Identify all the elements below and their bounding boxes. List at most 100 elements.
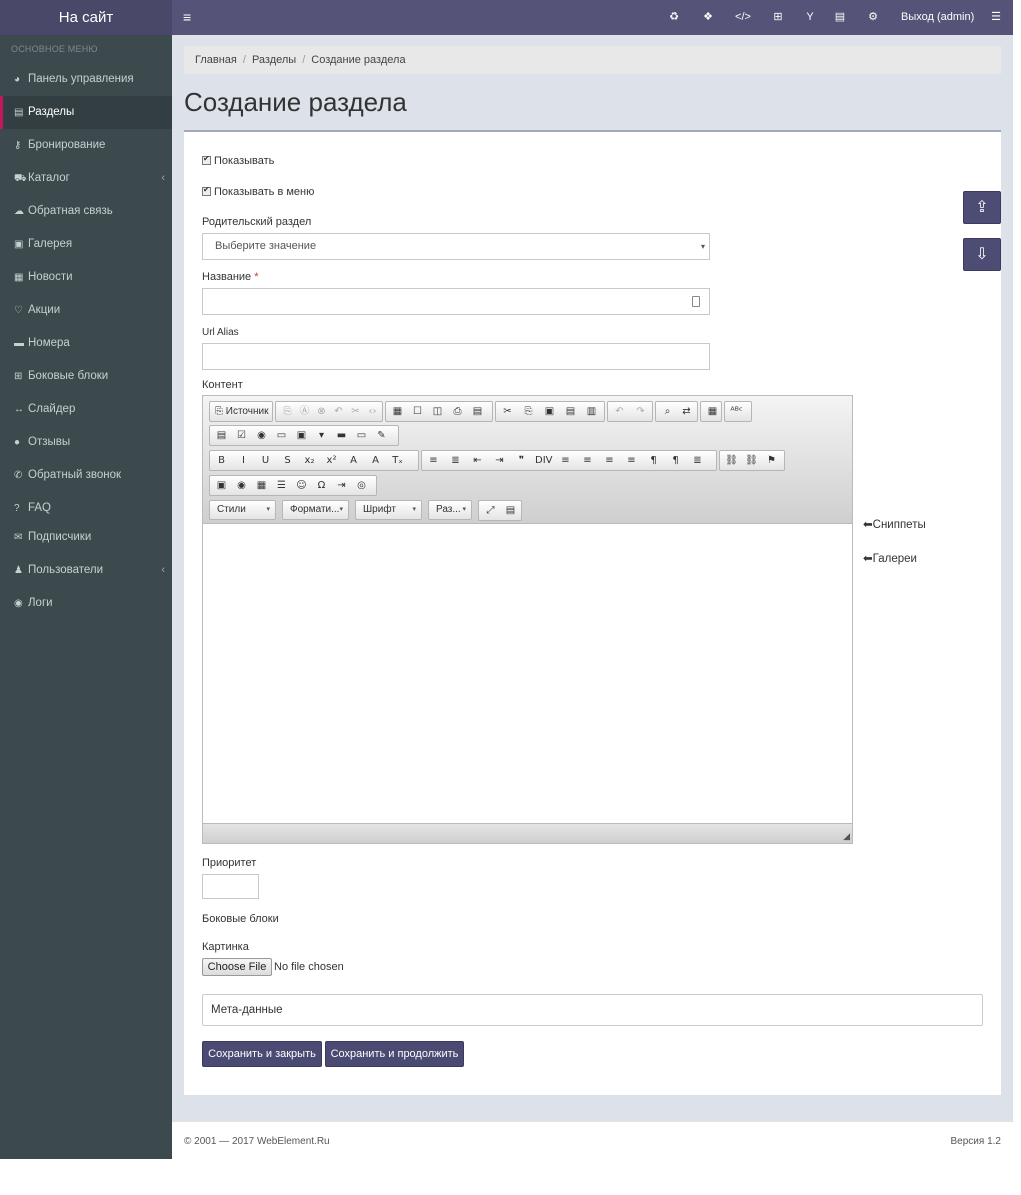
toolbar-button-icon[interactable]: I [235,454,252,468]
sidebar-item[interactable]: ♟ Пользователи ‹ [0,554,172,587]
toolbar-button-icon[interactable]: ⌕ [659,405,676,419]
toolbar-button-icon[interactable]: ▣ [293,429,310,443]
sidebar-item[interactable]: ☁ Обратная связь [0,195,172,228]
sidebar-item[interactable]: ⚷ Бронирование [0,129,172,162]
toolbar-button-icon[interactable]: ☐ [409,405,426,419]
list-icon[interactable]: ☰ [985,0,1007,35]
format-combo[interactable]: Формати... ▾ [282,500,349,520]
alias-input[interactable] [202,343,710,370]
toolbar-button-icon[interactable]: ▭ [273,429,290,443]
toolbar-button-icon[interactable]: ☰ [273,479,290,493]
toolbar-button-icon[interactable]: ▣ [541,405,558,419]
toolbar-button-icon[interactable]: ↷ [632,405,649,419]
snippets-link[interactable]: ⬅Сниппеты [863,517,926,531]
toolbar-button-icon[interactable]: ▬ [333,429,350,443]
toolbar-button-icon[interactable]: ↶ [611,405,628,419]
parent-select[interactable]: Выберите значение ▾ [202,233,710,260]
logout-link[interactable]: Выход (admin) [901,0,974,35]
toolbar-button-icon[interactable]: A [345,454,362,468]
toolbar-button-icon[interactable]: ⎙ [449,405,466,419]
toolbar-button-icon[interactable]: ≡ [557,454,574,468]
toolbar-button-icon[interactable]: ⎘ [520,405,537,419]
toolbar-button-icon[interactable]: ▦ [389,405,406,419]
toolbar-button-icon[interactable]: Ⓐ [296,405,313,419]
toolbar-button-icon[interactable]: ≡ [623,454,640,468]
toolbar-button-icon[interactable]: ≡ [601,454,618,468]
toolbar-button-icon[interactable]: ‹› [364,405,381,419]
resize-handle-icon[interactable]: ◢ [843,831,850,842]
toolbar-button-icon[interactable]: DIV [535,454,553,468]
source-button[interactable]: ⎘ Источник [209,401,273,422]
file-icon[interactable]: ▤ [829,0,851,35]
sidebar-item[interactable]: ◉ Логи [0,587,172,620]
toolbar-button-icon[interactable]: ❞ [513,454,530,468]
sidebar-item[interactable]: ▣ Галерея [0,228,172,261]
toolbar-button-icon[interactable]: ▦ [253,479,270,493]
sidebar-item[interactable]: ● Отзывы [0,426,172,459]
toolbar-button-icon[interactable]: ▤ [213,429,230,443]
toolbar-button-icon[interactable]: ▤ [502,504,519,518]
sidebar-item[interactable]: ✉ Подписчики [0,521,172,554]
sidebar-item[interactable]: ◕ Панель управления [0,63,172,96]
sidebar-item[interactable]: ▬ Номера [0,327,172,360]
toolbar-button-icon[interactable]: ¶ [667,454,684,468]
sidebar-item[interactable]: ▤ Разделы [0,96,172,129]
editor-body[interactable] [203,523,852,823]
size-combo[interactable]: Раз... ▾ [428,500,472,520]
name-input[interactable] [202,288,710,315]
menu-toggle-icon[interactable]: ≡ [183,9,191,25]
toolbar-button-icon[interactable]: ▤ [469,405,486,419]
toolbar-button-icon[interactable]: ≡ [425,454,442,468]
toolbar-button-icon[interactable]: U [257,454,274,468]
sidebar-item[interactable]: ⊞ Боковые блоки [0,360,172,393]
toolbar-button-icon[interactable]: ◎ [353,479,370,493]
sidebar-item[interactable]: ↔ Слайдер [0,393,172,426]
show-in-menu-checkbox[interactable] [202,185,211,196]
sidebar-item[interactable]: ✆ Обратный звонок [0,459,172,492]
toolbar-button-icon[interactable]: ≣ [447,454,464,468]
toolbar-button-icon[interactable]: ▾ [313,429,330,443]
toolbar-button-icon[interactable]: ☑ [233,429,250,443]
toolbar-button-icon[interactable]: ⛓ [723,454,740,468]
sitemap-icon[interactable]: ⊞ [767,0,789,35]
toolbar-button-icon[interactable]: ᴬᴮᶜ [728,405,745,419]
toolbar-button-icon[interactable]: ⇤ [469,454,486,468]
breadcrumb-sections[interactable]: Разделы [252,54,296,66]
show-checkbox-row[interactable]: Показывать [202,154,402,167]
toolbar-button-icon[interactable]: ▦ [704,405,721,419]
priority-input[interactable] [202,874,259,899]
toolbar-button-icon[interactable]: ⇥ [491,454,508,468]
toolbar-button-icon[interactable]: ◫ [429,405,446,419]
sidebar-item[interactable]: ♡ Акции [0,294,172,327]
toolbar-button-icon[interactable]: ✂ [499,405,516,419]
sidebar-item[interactable]: ▦ Новости [0,261,172,294]
toolbar-button-icon[interactable]: ✎ [373,429,390,443]
cogs-icon[interactable]: ⚙ [862,0,884,35]
save-continue-button[interactable]: Сохранить и продолжить [325,1041,464,1067]
code-icon[interactable]: </> [732,0,754,35]
toolbar-button-icon[interactable]: ⤢ [482,504,499,518]
meta-data-toggle[interactable]: Мета-данные [202,994,983,1026]
recycle-icon[interactable]: ♻ [663,0,685,35]
toolbar-button-icon[interactable]: S [279,454,296,468]
toolbar-button-icon[interactable]: ◉ [233,479,250,493]
toolbar-button-icon[interactable]: B [213,454,230,468]
toolbar-button-icon[interactable]: ◉ [253,429,270,443]
toolbar-button-icon[interactable]: ▤ [562,405,579,419]
toolbar-button-icon[interactable]: A [367,454,384,468]
cubes-icon[interactable]: ❖ [697,0,719,35]
toolbar-button-icon[interactable]: ✂ [347,405,364,419]
sidebar-item[interactable]: ⛟Каталог ‹ [0,162,172,195]
toolbar-button-icon[interactable]: ↶ [330,405,347,419]
toolbar-button-icon[interactable]: ▣ [213,479,230,493]
toolbar-button-icon[interactable]: ¶ [645,454,662,468]
toolbar-button-icon[interactable]: Ω [313,479,330,493]
choose-file-button[interactable]: Choose File [202,958,272,976]
toolbar-button-icon[interactable]: ⇄ [678,405,695,419]
toolbar-button-icon[interactable]: ⎘ [279,405,296,419]
save-close-button[interactable]: Сохранить и закрыть [202,1041,322,1067]
yandex-icon[interactable]: Y [799,0,821,35]
toolbar-button-icon[interactable]: ⊗ [313,405,330,419]
toolbar-button-icon[interactable]: ⚑ [763,454,780,468]
toolbar-button-icon[interactable]: ⛓ [743,454,760,468]
